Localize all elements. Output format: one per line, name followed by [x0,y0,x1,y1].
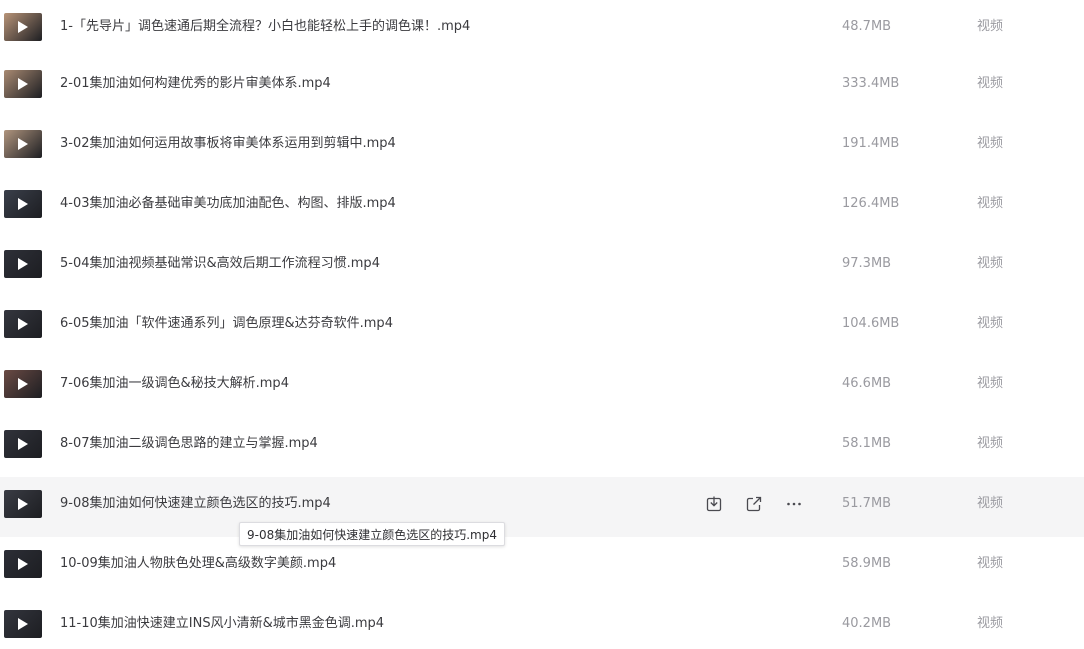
file-type: 视频 [977,196,1004,211]
play-icon [18,438,28,450]
video-thumbnail[interactable] [4,430,42,458]
file-name[interactable]: 7-06集加油一级调色&秘技大解析.mp4 [60,375,289,393]
play-icon [18,78,28,90]
file-size: 104.6MB [842,316,900,331]
play-icon [18,318,28,330]
file-size: 48.7MB [842,19,892,34]
file-name[interactable]: 10-09集加油人物肤色处理&高级数字美颜.mp4 [60,555,336,573]
file-row[interactable]: 4-03集加油必备基础审美功底加油配色、构图、排版.mp4 126.4MB 视频 [0,177,1084,237]
file-name[interactable]: 6-05集加油「软件速通系列」调色原理&达芬奇软件.mp4 [60,315,393,333]
file-type: 视频 [977,556,1004,571]
video-thumbnail[interactable] [4,130,42,158]
video-thumbnail[interactable] [4,250,42,278]
file-name[interactable]: 5-04集加油视频基础常识&高效后期工作流程习惯.mp4 [60,255,380,273]
video-thumbnail[interactable] [4,13,42,41]
file-type: 视频 [977,616,1004,631]
file-row[interactable]: 10-09集加油人物肤色处理&高级数字美颜.mp4 58.9MB 视频 [0,537,1084,597]
file-size: 58.9MB [842,556,892,571]
video-thumbnail[interactable] [4,70,42,98]
file-row[interactable]: 3-02集加油如何运用故事板将审美体系运用到剪辑中.mp4 191.4MB 视频 [0,117,1084,177]
play-icon [18,618,28,630]
file-type: 视频 [977,376,1004,391]
play-icon [18,558,28,570]
file-size: 97.3MB [842,256,892,271]
play-icon [18,198,28,210]
file-row[interactable]: 9-08集加油如何快速建立颜色选区的技巧.mp4 51.7MB 视频 [0,477,1084,537]
file-name[interactable]: 11-10集加油快速建立INS风小清新&城市黑金色调.mp4 [60,615,384,633]
file-type: 视频 [977,496,1004,511]
file-size: 191.4MB [842,136,900,151]
filename-tooltip: 9-08集加油如何快速建立颜色选区的技巧.mp4 [239,522,505,546]
file-type: 视频 [977,316,1004,331]
file-type: 视频 [977,256,1004,271]
file-type: 视频 [977,436,1004,451]
play-icon [18,258,28,270]
file-name[interactable]: 2-01集加油如何构建优秀的影片审美体系.mp4 [60,75,331,93]
video-thumbnail[interactable] [4,310,42,338]
file-name[interactable]: 9-08集加油如何快速建立颜色选区的技巧.mp4 [60,495,331,513]
file-list: 1-「先导片」调色速通后期全流程？小白也能轻松上手的调色课！.mp4 48.7MB… [0,0,1084,649]
file-type: 视频 [977,19,1004,34]
file-size: 40.2MB [842,616,892,631]
more-icon[interactable] [784,494,804,514]
video-thumbnail[interactable] [4,190,42,218]
video-thumbnail[interactable] [4,550,42,578]
file-size: 126.4MB [842,196,900,211]
play-icon [18,378,28,390]
file-name[interactable]: 3-02集加油如何运用故事板将审美体系运用到剪辑中.mp4 [60,135,396,153]
play-icon [18,138,28,150]
file-name[interactable]: 4-03集加油必备基础审美功底加油配色、构图、排版.mp4 [60,195,396,213]
file-size: 333.4MB [842,76,900,91]
file-row[interactable]: 6-05集加油「软件速通系列」调色原理&达芬奇软件.mp4 104.6MB 视频 [0,297,1084,357]
file-row[interactable]: 11-10集加油快速建立INS风小清新&城市黑金色调.mp4 40.2MB 视频 [0,597,1084,649]
file-size: 58.1MB [842,436,892,451]
video-thumbnail[interactable] [4,610,42,638]
share-icon[interactable] [744,494,764,514]
file-row[interactable]: 7-06集加油一级调色&秘技大解析.mp4 46.6MB 视频 [0,357,1084,417]
file-row[interactable]: 2-01集加油如何构建优秀的影片审美体系.mp4 333.4MB 视频 [0,57,1084,117]
play-icon [18,498,28,510]
file-row[interactable]: 8-07集加油二级调色思路的建立与掌握.mp4 58.1MB 视频 [0,417,1084,477]
video-thumbnail[interactable] [4,370,42,398]
video-thumbnail[interactable] [4,490,42,518]
download-icon[interactable] [704,494,724,514]
file-size: 46.6MB [842,376,892,391]
play-icon [18,21,28,33]
file-type: 视频 [977,76,1004,91]
file-size: 51.7MB [842,496,892,511]
file-name[interactable]: 8-07集加油二级调色思路的建立与掌握.mp4 [60,435,318,453]
file-row[interactable]: 1-「先导片」调色速通后期全流程？小白也能轻松上手的调色课！.mp4 48.7MB… [0,0,1084,60]
file-type: 视频 [977,136,1004,151]
file-name[interactable]: 1-「先导片」调色速通后期全流程？小白也能轻松上手的调色课！.mp4 [60,18,470,36]
file-row[interactable]: 5-04集加油视频基础常识&高效后期工作流程习惯.mp4 97.3MB 视频 [0,237,1084,297]
